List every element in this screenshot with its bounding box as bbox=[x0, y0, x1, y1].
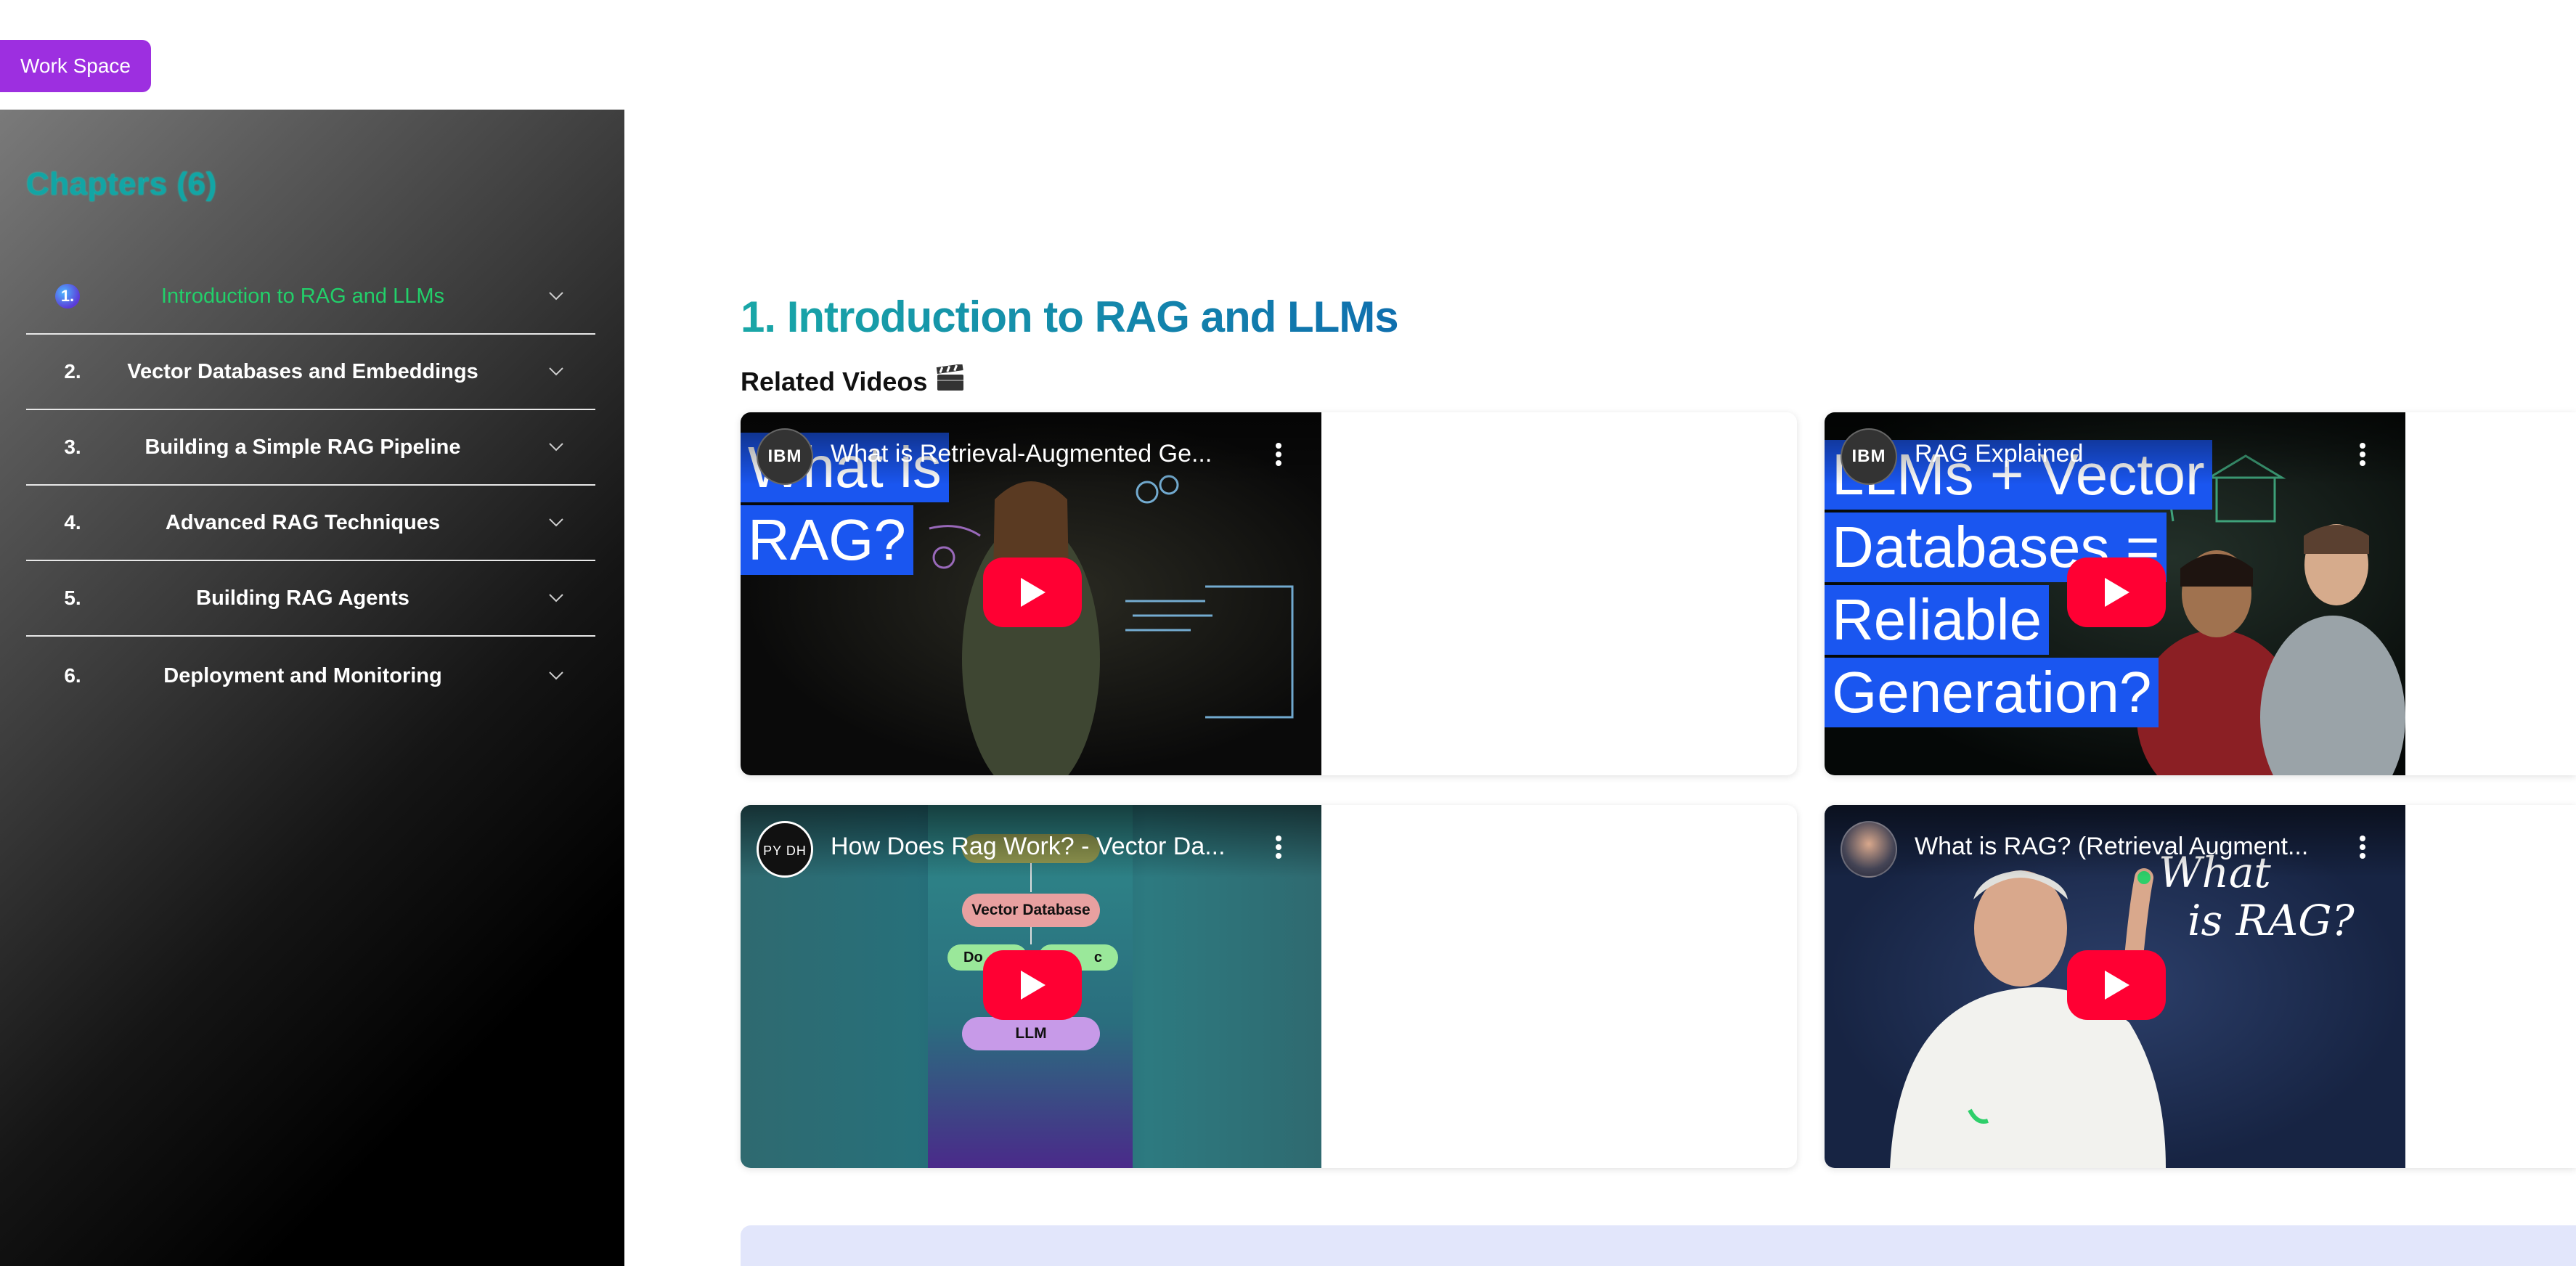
play-icon[interactable] bbox=[983, 558, 1082, 627]
play-icon[interactable] bbox=[2067, 950, 2166, 1020]
video-title[interactable]: What is RAG? (Retrieval Augment... bbox=[1915, 833, 2328, 861]
more-options-icon[interactable] bbox=[2352, 440, 2373, 469]
diagram-connector bbox=[1030, 927, 1032, 944]
video-card: LLMs + Vector Databases = Reliable Gener… bbox=[1825, 412, 2576, 775]
chapter-label: Deployment and Monitoring bbox=[163, 663, 442, 687]
diagram-llm: LLM bbox=[962, 1017, 1100, 1050]
chevron-down-icon[interactable] bbox=[546, 588, 566, 608]
chapter-label: Building a Simple RAG Pipeline bbox=[144, 435, 461, 459]
chapter-number: 5. bbox=[64, 587, 81, 609]
play-icon[interactable] bbox=[983, 950, 1082, 1020]
more-options-icon[interactable] bbox=[1268, 440, 1289, 469]
chevron-down-icon[interactable] bbox=[546, 286, 566, 306]
chapters-title: Chapters (6) bbox=[26, 166, 217, 202]
channel-avatar[interactable]: IBM bbox=[757, 428, 813, 485]
video-player[interactable]: LLMs + Vector Databases = Reliable Gener… bbox=[1825, 412, 2405, 775]
related-videos-label: Related Videos bbox=[741, 366, 928, 396]
more-options-icon[interactable] bbox=[1268, 833, 1289, 862]
chevron-down-icon[interactable] bbox=[546, 362, 566, 382]
chapter-item-6[interactable]: 6. Deployment and Monitoring bbox=[26, 638, 595, 714]
play-icon[interactable] bbox=[2067, 558, 2166, 627]
chapter-item-2[interactable]: 2. Vector Databases and Embeddings bbox=[26, 335, 595, 410]
chapter-number: 1. bbox=[55, 284, 80, 309]
chapter-label: Vector Databases and Embeddings bbox=[127, 359, 478, 383]
chapters-sidebar: Chapters (6) 1. Introduction to RAG and … bbox=[0, 110, 624, 1266]
clapperboard-icon bbox=[936, 364, 965, 399]
video-title[interactable]: RAG Explained bbox=[1915, 440, 2328, 468]
chapter-item-5[interactable]: 5. Building RAG Agents bbox=[26, 561, 595, 637]
chevron-down-icon[interactable] bbox=[546, 512, 566, 533]
page-title: 1. Introduction to RAG and LLMs bbox=[741, 293, 1399, 341]
chapter-label: Introduction to RAG and LLMs bbox=[160, 284, 445, 308]
chapter-label: Building RAG Agents bbox=[196, 586, 409, 610]
video-card: Vector Database Do c LLM PY DH How Does … bbox=[741, 805, 1797, 1168]
workspace-button[interactable]: Work Space bbox=[0, 40, 151, 92]
chapter-number: 2. bbox=[64, 360, 81, 383]
video-title[interactable]: How Does Rag Work? - Vector Da... bbox=[831, 833, 1244, 861]
content-panel bbox=[741, 1225, 2576, 1266]
chapter-item-3[interactable]: 3. Building a Simple RAG Pipeline bbox=[26, 410, 595, 486]
chapter-item-4[interactable]: 4. Advanced RAG Techniques bbox=[26, 486, 595, 561]
video-player[interactable]: What is RAG? IBM What is Retrieval-Augme… bbox=[741, 412, 1321, 775]
more-options-icon[interactable] bbox=[2352, 833, 2373, 862]
chapter-number: 4. bbox=[64, 511, 81, 534]
video-card: What is RAG? What is RAG? (Retrieval Aug… bbox=[1825, 805, 2576, 1168]
video-title[interactable]: What is Retrieval-Augmented Ge... bbox=[831, 440, 1244, 468]
channel-avatar[interactable] bbox=[1841, 821, 1897, 878]
channel-avatar[interactable]: IBM bbox=[1841, 428, 1897, 485]
video-player[interactable]: What is RAG? What is RAG? (Retrieval Aug… bbox=[1825, 805, 2405, 1168]
video-player[interactable]: Vector Database Do c LLM PY DH How Does … bbox=[741, 805, 1321, 1168]
channel-avatar[interactable]: PY DH bbox=[757, 821, 813, 878]
video-card: What is RAG? IBM What is Retrieval-Augme… bbox=[741, 412, 1797, 775]
chapter-item-1[interactable]: 1. Introduction to RAG and LLMs bbox=[26, 259, 595, 335]
chevron-down-icon[interactable] bbox=[546, 666, 566, 686]
related-videos-heading: Related Videos bbox=[741, 364, 965, 399]
chapter-label: Advanced RAG Techniques bbox=[165, 510, 441, 534]
chapter-number: 6. bbox=[64, 664, 81, 687]
diagram-vector-db: Vector Database bbox=[962, 894, 1100, 927]
chevron-down-icon[interactable] bbox=[546, 437, 566, 457]
chapter-number: 3. bbox=[64, 436, 81, 458]
